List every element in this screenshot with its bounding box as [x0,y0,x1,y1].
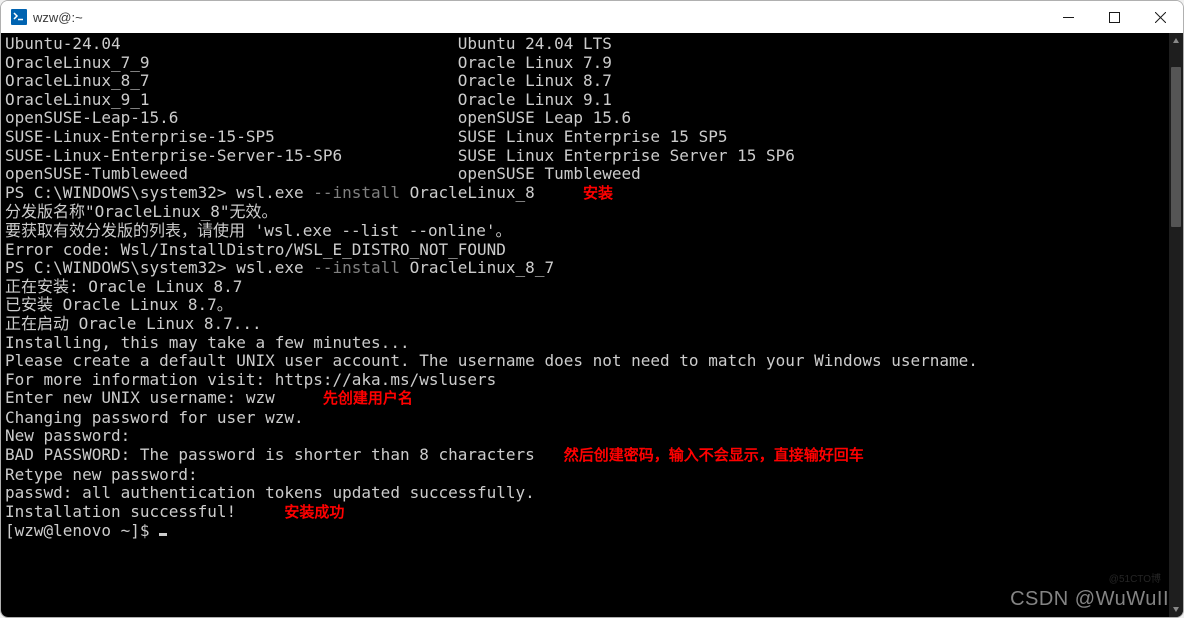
terminal-output[interactable]: Ubuntu-24.04 Ubuntu 24.04 LTS OracleLinu… [1,33,1169,617]
maximize-button[interactable] [1091,1,1137,33]
title-left: wzw@:~ [1,9,83,25]
scrollbar-track[interactable] [1169,33,1183,617]
scroll-down-arrow[interactable] [1169,601,1183,617]
titlebar[interactable]: wzw@:~ [1,1,1183,33]
close-button[interactable] [1137,1,1183,33]
terminal-window: wzw@:~ Ubuntu-24.04 Ubuntu 24.04 LTS Ora… [0,0,1184,618]
csdn-watermark: CSDN @WuWuII [1010,588,1169,611]
scrollbar-thumb[interactable] [1171,67,1181,227]
faint-watermark: @51CTO博 [1109,570,1161,585]
minimize-button[interactable] [1045,1,1091,33]
terminal-icon [11,9,27,25]
scroll-up-arrow[interactable] [1169,33,1183,49]
window-title: wzw@:~ [33,10,83,25]
window-controls [1045,1,1183,33]
terminal-area[interactable]: Ubuntu-24.04 Ubuntu 24.04 LTS OracleLinu… [1,33,1183,617]
